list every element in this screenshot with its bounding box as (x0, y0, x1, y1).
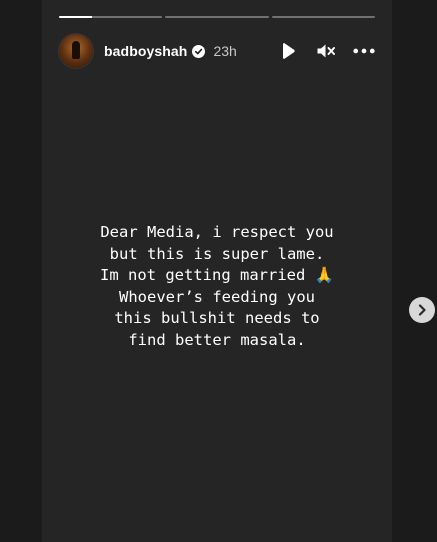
more-options-button[interactable] (353, 40, 375, 62)
story-progress-bar (59, 16, 375, 19)
progress-segment-1 (59, 16, 163, 18)
progress-segment-2 (165, 16, 269, 18)
story-caption-text: Dear Media, i respect you but this is su… (100, 223, 334, 349)
next-story-button[interactable] (409, 297, 435, 323)
muted-speaker-icon (317, 44, 335, 58)
avatar[interactable] (59, 34, 93, 68)
story-controls (277, 40, 375, 62)
more-options-icon (353, 48, 375, 54)
story-viewer[interactable]: badboyshah 23h Dear Media, i respect you… (42, 0, 392, 542)
chevron-right-icon (418, 304, 426, 316)
story-header: badboyshah 23h (59, 33, 375, 69)
mute-button[interactable] (315, 40, 337, 62)
progress-segment-3 (271, 16, 375, 18)
play-button[interactable] (277, 40, 299, 62)
username-link[interactable]: badboyshah (104, 43, 187, 59)
verified-badge-icon (192, 44, 206, 58)
play-icon (283, 43, 295, 59)
post-time: 23h (213, 43, 237, 59)
